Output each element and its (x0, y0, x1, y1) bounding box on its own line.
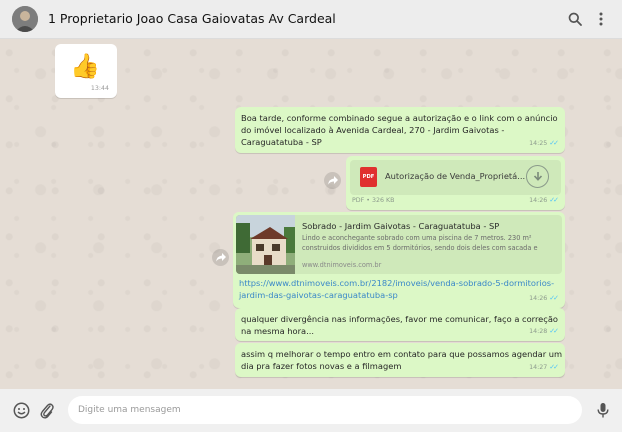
outgoing-message[interactable]: qualquer divergência nas informações, fa… (235, 308, 565, 341)
attach-icon[interactable] (38, 401, 56, 419)
read-ticks-icon: ✓✓ (549, 196, 559, 204)
message-line: do imóvel localizado à Avenida Cardeal, … (241, 125, 505, 135)
message-input[interactable] (68, 396, 582, 424)
contact-avatar[interactable] (12, 6, 38, 32)
chat-header: 1 Proprietario Joao Casa Gaiovatas Av Ca… (0, 0, 622, 39)
chat-title[interactable]: 1 Proprietario Joao Casa Gaiovatas Av Ca… (48, 11, 336, 26)
composer-bar (0, 389, 622, 432)
message-time: 13:44 (90, 85, 109, 92)
outgoing-message[interactable]: assim q melhorar o tempo entro em contat… (235, 343, 565, 377)
forward-icon[interactable] (324, 172, 341, 189)
emoji-icon[interactable] (12, 401, 30, 419)
message-time: 14:28 (529, 328, 548, 335)
message-time: 14:26 (529, 197, 548, 204)
link-preview-card[interactable]: Sobrado - Jardim Gaivotas - Caraguatatub… (236, 215, 562, 274)
pdf-file-icon: PDF (360, 167, 377, 187)
read-ticks-icon: ✓✓ (549, 294, 559, 302)
read-ticks-icon: ✓✓ (549, 327, 559, 335)
message-line: assim q melhorar o tempo entro em contat… (241, 349, 563, 359)
message-line: Caraguatatuba - SP (241, 137, 322, 147)
read-ticks-icon: ✓✓ (549, 363, 559, 371)
microphone-icon[interactable] (594, 401, 612, 419)
house-thumbnail (236, 215, 295, 274)
link-description: Lindo e aconchegante sobrado com uma pis… (302, 234, 538, 252)
message-line: na mesma hora... (241, 326, 315, 336)
outgoing-message[interactable]: Boa tarde, conforme combinado segue a au… (235, 107, 565, 153)
message-line: dia pra fazer fotos novas e a filmagem (241, 361, 402, 371)
search-icon[interactable] (566, 10, 584, 28)
document-card[interactable]: PDF Autorização de Venda_Proprietá... (350, 160, 561, 195)
message-time: 14:25 (529, 140, 548, 147)
document-message[interactable]: PDF Autorização de Venda_Proprietá... PD… (346, 156, 565, 210)
message-time: 14:26 (529, 295, 548, 302)
link-domain: www.dtnimoveis.com.br (302, 261, 382, 269)
incoming-message[interactable]: 👍 13:44 (55, 44, 117, 98)
chat-area[interactable]: 👍 13:44 Boa tarde, conforme combinado se… (0, 39, 622, 389)
download-icon[interactable] (526, 165, 549, 188)
message-line: Boa tarde, conforme combinado segue a au… (241, 113, 558, 123)
document-meta: PDF • 326 KB (352, 197, 395, 204)
forward-icon[interactable] (212, 249, 229, 266)
link-url[interactable]: https://www.dtnimoveis.com.br/2182/imove… (239, 277, 561, 301)
read-ticks-icon: ✓✓ (549, 139, 559, 147)
document-name: Autorização de Venda_Proprietá... (385, 171, 526, 181)
thumbs-up-emoji: 👍 (70, 52, 100, 80)
link-title: Sobrado - Jardim Gaivotas - Caraguatatub… (302, 221, 500, 231)
more-vertical-icon[interactable] (592, 10, 610, 28)
link-message[interactable]: Sobrado - Jardim Gaivotas - Caraguatatub… (233, 212, 565, 308)
message-line: qualquer divergência nas informações, fa… (241, 314, 558, 324)
message-time: 14:27 (529, 364, 548, 371)
